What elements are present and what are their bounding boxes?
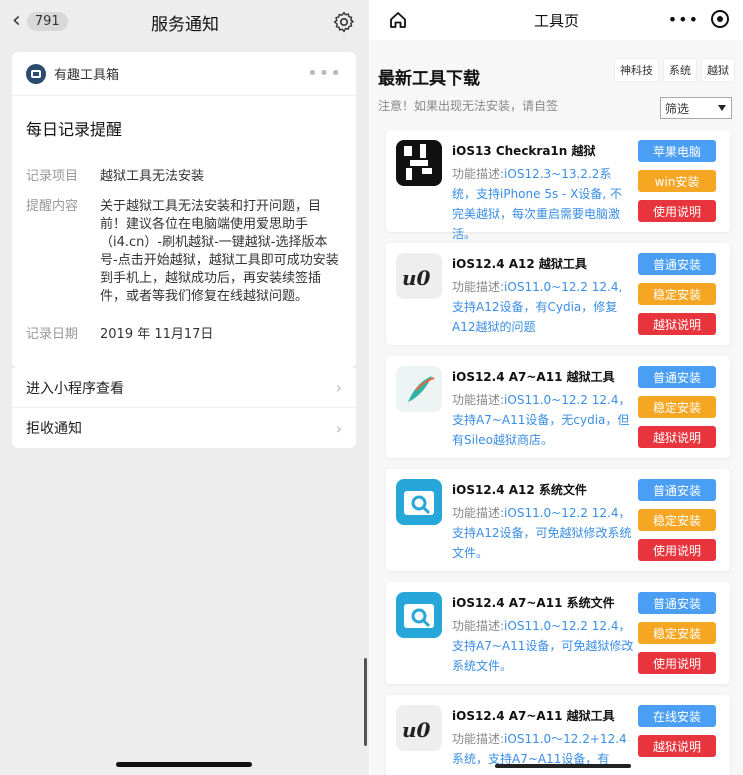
stable-install-button[interactable]: 稳定安装 <box>638 509 716 531</box>
close-miniprogram-icon[interactable] <box>711 10 729 28</box>
row-key: 记录项目 <box>26 169 79 184</box>
notification-card: 有趣工具箱 ••• 每日记录提醒 记录项目 越狱工具无法安装 提醒内容 关于越狱… <box>12 52 356 368</box>
svg-text:u0: u0 <box>402 718 431 742</box>
filter-label: 筛选 <box>665 102 690 116</box>
chevron-right-icon: › <box>335 378 342 397</box>
stable-install-button[interactable]: 稳定安装 <box>638 283 716 305</box>
normal-install-button[interactable]: 普通安装 <box>638 479 716 501</box>
install-notice: 注意！如果出现无法安装，请自签 <box>378 99 559 113</box>
row-value: 越狱工具无法安装 <box>100 169 205 184</box>
tag-jailbreak[interactable]: 越狱 <box>701 58 735 82</box>
home-indicator <box>495 764 631 768</box>
tool-name: iOS13 Checkra1n 越狱 <box>452 144 596 158</box>
reject-notification-link[interactable]: 拒收通知 › <box>12 408 356 448</box>
unc0ver-logo-icon: u0 <box>396 253 442 299</box>
usage-guide-button[interactable]: 使用说明 <box>638 652 716 674</box>
tool-description: 功能描述:iOS11.0~12.2 12.4，支持A12设备，可免越狱修改系统文… <box>452 503 634 563</box>
tool-description: 功能描述:iOS12.3~13.2.2系统，支持iPhone 5s - X设备,… <box>452 164 634 244</box>
mac-install-button[interactable]: 苹果电脑 <box>638 140 716 162</box>
caret-down-icon <box>718 105 726 111</box>
tool-card[interactable]: iOS13 Checkra1n 越狱 功能描述:iOS12.3~13.2.2系统… <box>386 130 730 241</box>
record-date-row: 记录日期 2019 年 11月17日 <box>12 326 356 344</box>
tool-name: iOS12.4 A7~A11 越狱工具 <box>452 370 615 384</box>
tool-description: 功能描述:iOS11.0～12.2+12.4系统，支持A7~A11设备，有 <box>452 729 634 769</box>
unc0ver-logo-icon: u0 <box>396 705 442 751</box>
tool-card[interactable]: iOS12.4 A7~A11 系统文件 功能描述:iOS11.0~12.2 12… <box>386 582 730 684</box>
tool-name: iOS12.4 A12 系统文件 <box>452 483 587 497</box>
unread-count-badge: 791 <box>26 11 68 31</box>
row-key: 提醒内容 <box>26 199 79 214</box>
jailbreak-guide-button[interactable]: 越狱说明 <box>638 735 716 757</box>
desc-label: 功能描述: <box>452 732 505 746</box>
tool-card[interactable]: iOS12.4 A7~A11 越狱工具 功能描述:iOS11.0~12.2 12… <box>386 356 730 458</box>
card-header: 有趣工具箱 ••• <box>12 52 356 96</box>
link-label: 拒收通知 <box>26 421 82 437</box>
tool-name: iOS12.4 A7~A11 系统文件 <box>452 596 615 610</box>
filza-logo-icon <box>396 479 442 525</box>
chevron-left-icon: ‹ <box>12 8 21 33</box>
stable-install-button[interactable]: 稳定安装 <box>638 396 716 418</box>
usage-guide-button[interactable]: 使用说明 <box>638 200 716 222</box>
feather-logo-icon <box>396 366 442 412</box>
desc-label: 功能描述: <box>452 280 505 294</box>
tool-description: 功能描述:iOS11.0~12.2 12.4,支持A12设备，有Cydia，修复… <box>452 277 634 337</box>
normal-install-button[interactable]: 普通安装 <box>638 366 716 388</box>
tag-system[interactable]: 系统 <box>663 58 697 82</box>
svg-text:u0: u0 <box>402 266 431 290</box>
record-item-row: 记录项目 越狱工具无法安装 <box>12 168 356 186</box>
normal-install-button[interactable]: 普通安装 <box>638 592 716 614</box>
desc-label: 功能描述: <box>452 167 505 181</box>
page-title: 服务通知 <box>151 14 219 35</box>
online-install-button[interactable]: 在线安装 <box>638 705 716 727</box>
left-screen: ‹ 791 服务通知 有趣工具箱 ••• 每日记录提醒 记录项目 越狱工具无法安… <box>0 0 370 775</box>
back-button[interactable]: ‹ 791 <box>12 10 68 32</box>
tool-card[interactable]: u0 iOS12.4 A7~A11 越狱工具 功能描述:iOS11.0～12.2… <box>386 695 730 775</box>
usage-guide-button[interactable]: 使用说明 <box>638 539 716 561</box>
tool-card[interactable]: iOS12.4 A12 系统文件 功能描述:iOS11.0~12.2 12.4，… <box>386 469 730 571</box>
desc-label: 功能描述: <box>452 619 505 633</box>
gear-icon[interactable] <box>332 10 356 34</box>
jailbreak-guide-button[interactable]: 越狱说明 <box>638 426 716 448</box>
category-tags: 神科技 系统 越狱 <box>614 58 735 82</box>
more-icon[interactable]: ••• <box>307 63 342 84</box>
open-miniprogram-link[interactable]: 进入小程序查看 › <box>12 368 356 408</box>
jailbreak-guide-button[interactable]: 越狱说明 <box>638 313 716 335</box>
tool-description: 功能描述:iOS11.0~12.2 12.4，支持A7~A11设备，无cydia… <box>452 390 634 450</box>
desc-label: 功能描述: <box>452 393 505 407</box>
filter-select[interactable]: 筛选 <box>660 97 732 119</box>
app-icon <box>26 63 46 84</box>
more-icon[interactable]: ••• <box>668 10 699 29</box>
normal-install-button[interactable]: 普通安装 <box>638 253 716 275</box>
right-screen: 工具页 ••• 最新工具下载 神科技 系统 越狱 注意！如果出现无法安装，请自签… <box>370 0 743 775</box>
stable-install-button[interactable]: 稳定安装 <box>638 622 716 644</box>
page-title: 工具页 <box>533 11 579 30</box>
home-indicator <box>116 762 252 767</box>
section-heading: 最新工具下载 <box>378 69 480 89</box>
link-label: 进入小程序查看 <box>26 380 124 397</box>
scrollbar[interactable] <box>364 658 367 746</box>
filza-logo-icon <box>396 592 442 638</box>
card-title: 每日记录提醒 <box>26 120 123 139</box>
row-value: 2019 年 11月17日 <box>100 327 214 342</box>
desc-label: 功能描述: <box>452 506 505 520</box>
row-key: 记录日期 <box>26 327 79 342</box>
chevron-right-icon: › <box>335 418 342 438</box>
navigation-bar: ‹ 791 服务通知 <box>0 0 370 44</box>
app-name: 有趣工具箱 <box>54 68 120 83</box>
row-value: 关于越狱工具无法安装和打开问题，目前！建议各位在电脑端使用爱思助手（i4.cn）… <box>100 199 339 304</box>
checkra1n-logo-icon <box>396 140 442 186</box>
home-icon[interactable] <box>388 10 408 30</box>
tag-tech[interactable]: 神科技 <box>614 58 659 82</box>
tool-name: iOS12.4 A12 越狱工具 <box>452 257 587 271</box>
tool-name: iOS12.4 A7~A11 越狱工具 <box>452 709 615 723</box>
reminder-content-row: 提醒内容 关于越狱工具无法安装和打开问题，目前！建议各位在电脑端使用爱思助手（i… <box>12 198 356 306</box>
tool-description: 功能描述:iOS11.0~12.2 12.4，支持A7~A11设备，可免越狱修改… <box>452 616 634 676</box>
navigation-bar: 工具页 ••• <box>370 0 743 40</box>
tool-card[interactable]: u0 iOS12.4 A12 越狱工具 功能描述:iOS11.0~12.2 12… <box>386 243 730 345</box>
win-install-button[interactable]: win安装 <box>638 170 716 192</box>
